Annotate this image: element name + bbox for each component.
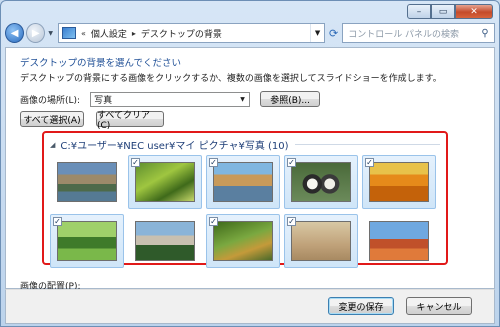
checkbox-icon[interactable]: ✓	[131, 158, 140, 167]
forward-arrow-icon: ▶	[31, 27, 40, 39]
close-button[interactable]: ✕	[455, 4, 493, 19]
address-dropdown-icon[interactable]: ▼	[310, 24, 324, 42]
page-description: デスクトップの背景にする画像をクリックするか、複数の画像を選択してスライドショー…	[20, 74, 442, 84]
address-bar[interactable]: « 個人設定 ▸ デスクトップの背景 ▼	[57, 23, 326, 43]
minimize-button[interactable]: –	[407, 4, 431, 19]
thumbnail-image	[57, 221, 117, 261]
search-input[interactable]: コントロール パネルの検索 ⚲	[342, 23, 495, 43]
collapse-triangle-icon[interactable]: ◢	[50, 141, 55, 149]
thumbnail-image	[369, 221, 429, 261]
maximize-button[interactable]: ▭	[431, 4, 455, 19]
chevron-down-icon: ▼	[240, 95, 245, 103]
control-panel-icon	[61, 27, 76, 39]
picture-location-select[interactable]: 写真 ▼	[90, 91, 251, 107]
thumbnail-image	[213, 162, 273, 202]
clear-all-button[interactable]: すべてクリア(C)	[96, 111, 164, 131]
recent-pages-dropdown[interactable]: ▼	[48, 30, 53, 37]
thumbnail-green-leaves[interactable]: ✓	[128, 155, 202, 209]
thumbnail-image	[57, 162, 117, 202]
gallery-group-header[interactable]: ◢ C:¥ユーザー¥NEC user¥マイ ピクチャ¥写真 (10)	[50, 137, 440, 152]
refresh-icon: ⟳	[329, 26, 339, 40]
search-icon[interactable]: ⚲	[476, 28, 494, 39]
thumbnail-red-desert[interactable]	[362, 214, 436, 268]
select-all-button[interactable]: すべて選択(A)	[20, 111, 84, 127]
refresh-button[interactable]: ⟳	[325, 23, 342, 43]
checkbox-icon[interactable]: ✓	[365, 158, 374, 167]
thumbnail-canal-town[interactable]	[50, 155, 124, 209]
gallery-group-title: C:¥ユーザー¥NEC user¥マイ ピクチャ¥写真 (10)	[60, 141, 289, 152]
thumbnail-grid: ✓ ✓ ✓ ✓ ✓ ✓ ✓	[50, 155, 436, 268]
picture-location-value: 写真	[94, 95, 113, 106]
back-button[interactable]: ◀	[5, 23, 25, 43]
checkbox-icon[interactable]: ✓	[287, 158, 296, 167]
back-arrow-icon: ◀	[10, 27, 19, 39]
search-placeholder: コントロール パネルの検索	[348, 29, 460, 40]
thumbnail-tulip-field[interactable]: ✓	[362, 155, 436, 209]
thumbnail-castle[interactable]	[128, 214, 202, 268]
thumbnail-image	[135, 162, 195, 202]
cancel-button[interactable]: キャンセル	[406, 297, 472, 315]
save-changes-button[interactable]: 変更の保存	[328, 297, 394, 315]
caption-buttons: – ▭ ✕	[407, 4, 493, 19]
picture-location-row: 画像の場所(L): 写真 ▼ 参照(B)...	[20, 91, 321, 107]
footer-bar: 変更の保存 キャンセル	[5, 289, 495, 324]
breadcrumb-personalization[interactable]: 個人設定	[91, 27, 127, 40]
navigation-bar: ◀ ▶ ▼ « 個人設定 ▸ デスクトップの背景 ▼ ⟳ コントロール パネルの…	[5, 21, 495, 45]
thumbnail-image	[135, 221, 195, 261]
thumbnail-sand-snail[interactable]: ✓	[284, 214, 358, 268]
checkbox-icon[interactable]: ✓	[53, 217, 62, 226]
checkbox-icon[interactable]: ✓	[209, 217, 218, 226]
minimize-icon: –	[416, 6, 422, 17]
selection-buttons: すべて選択(A) すべてクリア(C)	[20, 111, 164, 131]
window: – ▭ ✕ ◀ ▶ ▼ « 個人設定 ▸ デスクトップの背景 ▼ ⟳ コントロー…	[0, 0, 500, 327]
main-content: デスクトップの背景を選んでください デスクトップの背景にする画像をクリックするか…	[5, 47, 495, 292]
thumbnail-forest-path[interactable]: ✓	[206, 214, 280, 268]
page-title: デスクトップの背景を選んでください	[20, 58, 182, 69]
close-icon: ✕	[470, 6, 478, 17]
breadcrumb-overflow[interactable]: «	[81, 29, 86, 38]
image-gallery: ◢ C:¥ユーザー¥NEC user¥マイ ピクチャ¥写真 (10) ✓ ✓ ✓ ✓ ✓…	[42, 131, 448, 268]
checkbox-icon[interactable]: ✓	[287, 217, 296, 226]
thumbnail-image	[369, 162, 429, 202]
thumbnail-image	[291, 162, 351, 202]
breadcrumb-desktop-background[interactable]: デスクトップの背景	[141, 27, 222, 40]
thumbnail-ducklings[interactable]: ✓	[284, 155, 358, 209]
checkbox-icon[interactable]: ✓	[209, 158, 218, 167]
breadcrumb-separator-icon[interactable]: ▸	[132, 29, 136, 38]
browse-button[interactable]: 参照(B)...	[260, 91, 321, 107]
maximize-icon: ▭	[438, 6, 448, 17]
thumbnail-harbor-buildings[interactable]: ✓	[206, 155, 280, 209]
forward-button[interactable]: ▶	[26, 23, 46, 43]
thumbnail-green-park[interactable]: ✓	[50, 214, 124, 268]
thumbnail-image	[213, 221, 273, 261]
picture-location-label: 画像の場所(L):	[20, 95, 81, 106]
thumbnail-image	[291, 221, 351, 261]
group-divider	[294, 144, 440, 145]
